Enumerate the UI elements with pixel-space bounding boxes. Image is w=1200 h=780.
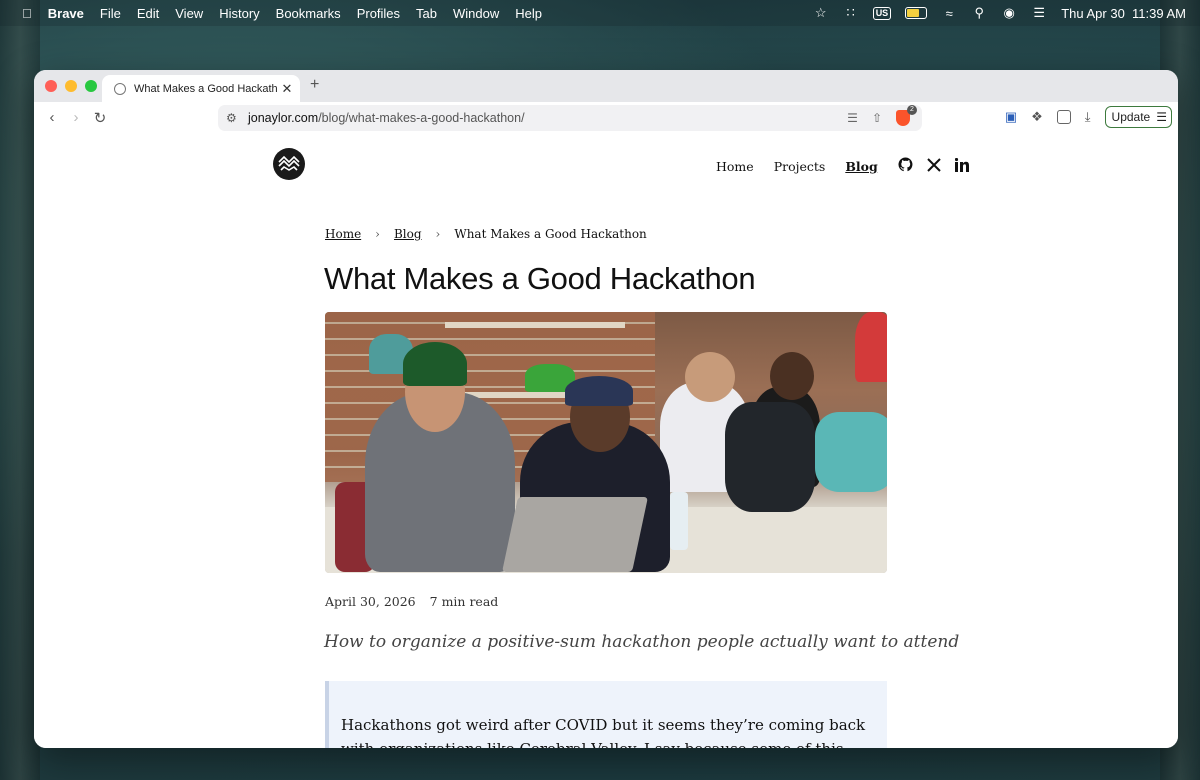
post-subtitle: How to organize a positive-sum hackathon… [324, 632, 960, 652]
nav-projects-link[interactable]: Projects [774, 159, 826, 174]
hero-image [325, 312, 887, 573]
hero-shelf [445, 322, 625, 328]
chevron-right-icon: › [375, 227, 380, 241]
hero-backpack [725, 402, 815, 512]
hero-blanket [815, 412, 887, 492]
breadcrumb: Home › Blog › What Makes a Good Hackatho… [325, 227, 647, 241]
browser-window: What Makes a Good Hackathon ✕ + ‹ › ↻ ⚙ … [34, 70, 1178, 748]
sidebar-icon[interactable] [1056, 110, 1071, 124]
hero-bottle [670, 492, 688, 550]
reader-mode-icon[interactable]: ☰ [847, 111, 858, 125]
reload-icon[interactable]: ↻ [91, 109, 109, 127]
wifi-icon[interactable]: ≈ [941, 6, 957, 21]
macos-menubar:  Brave File Edit View History Bookmarks… [0, 0, 1200, 26]
battery-icon[interactable] [905, 7, 928, 19]
page-title: What Makes a Good Hackathon [324, 261, 756, 296]
extensions-puzzle-icon[interactable]: ❖ [1031, 109, 1043, 125]
breadcrumb-blog[interactable]: Blog [394, 227, 422, 241]
hero-laptop [502, 497, 648, 572]
menu-history[interactable]: History [211, 6, 267, 21]
menu-file[interactable]: File [92, 6, 129, 21]
x-twitter-icon[interactable] [927, 157, 941, 176]
menu-window[interactable]: Window [445, 6, 507, 21]
site-nav: Home Projects Blog [716, 157, 971, 176]
menu-help[interactable]: Help [507, 6, 550, 21]
extension-icon[interactable]: ▣ [1005, 109, 1017, 125]
menu-tab[interactable]: Tab [408, 6, 445, 21]
nav-blog-link[interactable]: Blog [845, 159, 877, 174]
address-bar[interactable]: ⚙ jonaylor.com/blog/what-makes-a-good-ha… [218, 105, 922, 131]
accessibility-icon[interactable]: ☆ [813, 5, 829, 20]
logo-mountains-icon [278, 156, 300, 171]
new-tab-icon[interactable]: + [310, 76, 319, 94]
chevron-right-icon: › [435, 227, 441, 241]
post-meta: April 30, 2026 7 min read [325, 594, 498, 609]
update-label: Update [1111, 110, 1151, 124]
hero-person [855, 312, 887, 382]
nav-home-link[interactable]: Home [716, 159, 754, 174]
apple-icon[interactable]:  [14, 6, 40, 21]
menubar-clock[interactable]: Thu Apr 30 11:39 AM [1061, 6, 1186, 21]
url-path: /blog/what-makes-a-good-hackathon/ [318, 111, 525, 125]
url-host: jonaylor.com [248, 111, 319, 125]
active-tab[interactable]: What Makes a Good Hackathon ✕ [102, 75, 300, 102]
grid-icon[interactable]: ∷ [843, 5, 859, 20]
search-icon[interactable]: ⚲ [971, 5, 987, 20]
control-center-icon[interactable]: ☰ [1031, 5, 1047, 20]
breadcrumb-home[interactable]: Home [325, 227, 361, 241]
window-zoom-button[interactable] [85, 80, 97, 92]
breadcrumb-current: What Makes a Good Hackathon [454, 227, 647, 241]
post-date: April 30, 2026 [325, 594, 416, 609]
share-icon[interactable]: ⇧ [872, 111, 882, 125]
menu-edit[interactable]: Edit [129, 6, 167, 21]
input-source-badge[interactable]: US [872, 6, 892, 20]
menu-app-name[interactable]: Brave [40, 6, 92, 21]
update-button[interactable]: Update ☰ [1104, 106, 1172, 128]
browser-toolbar: ‹ › ↻ ⚙ jonaylor.com/blog/what-makes-a-g… [34, 102, 1178, 136]
web-page: Home Projects Blog Home › Blog › What Ma… [34, 135, 1178, 748]
menu-profiles[interactable]: Profiles [349, 6, 408, 21]
hero-cap [565, 376, 633, 406]
menu-view[interactable]: View [167, 6, 211, 21]
site-logo-icon[interactable] [273, 148, 305, 180]
github-icon[interactable] [898, 157, 913, 176]
hero-person-head [770, 352, 814, 400]
tab-title: What Makes a Good Hackathon [134, 82, 278, 95]
downloads-icon[interactable]: ⤓ [1085, 109, 1091, 125]
intro-callout: Hackathons got weird after COVID but it … [325, 681, 887, 748]
menu-bookmarks[interactable]: Bookmarks [268, 6, 349, 21]
hero-person-head [685, 352, 735, 402]
brave-shields-icon[interactable] [896, 105, 917, 126]
post-read-time: 7 min read [429, 594, 499, 609]
tab-bar: What Makes a Good Hackathon ✕ + [34, 70, 1178, 102]
linkedin-icon[interactable] [954, 157, 971, 176]
user-avatar-icon[interactable]: ◉ [1001, 5, 1017, 20]
tab-close-icon[interactable]: ✕ [278, 81, 296, 97]
window-minimize-button[interactable] [65, 80, 77, 92]
back-icon[interactable]: ‹ [43, 109, 61, 126]
window-close-button[interactable] [45, 80, 57, 92]
tab-favicon-icon [114, 82, 126, 95]
site-settings-icon[interactable]: ⚙ [226, 111, 240, 125]
callout-text: Hackathons got weird after COVID but it … [341, 716, 866, 748]
hamburger-menu-icon: ☰ [1156, 110, 1167, 124]
forward-icon[interactable]: › [67, 109, 85, 126]
hero-beanie [403, 342, 467, 386]
